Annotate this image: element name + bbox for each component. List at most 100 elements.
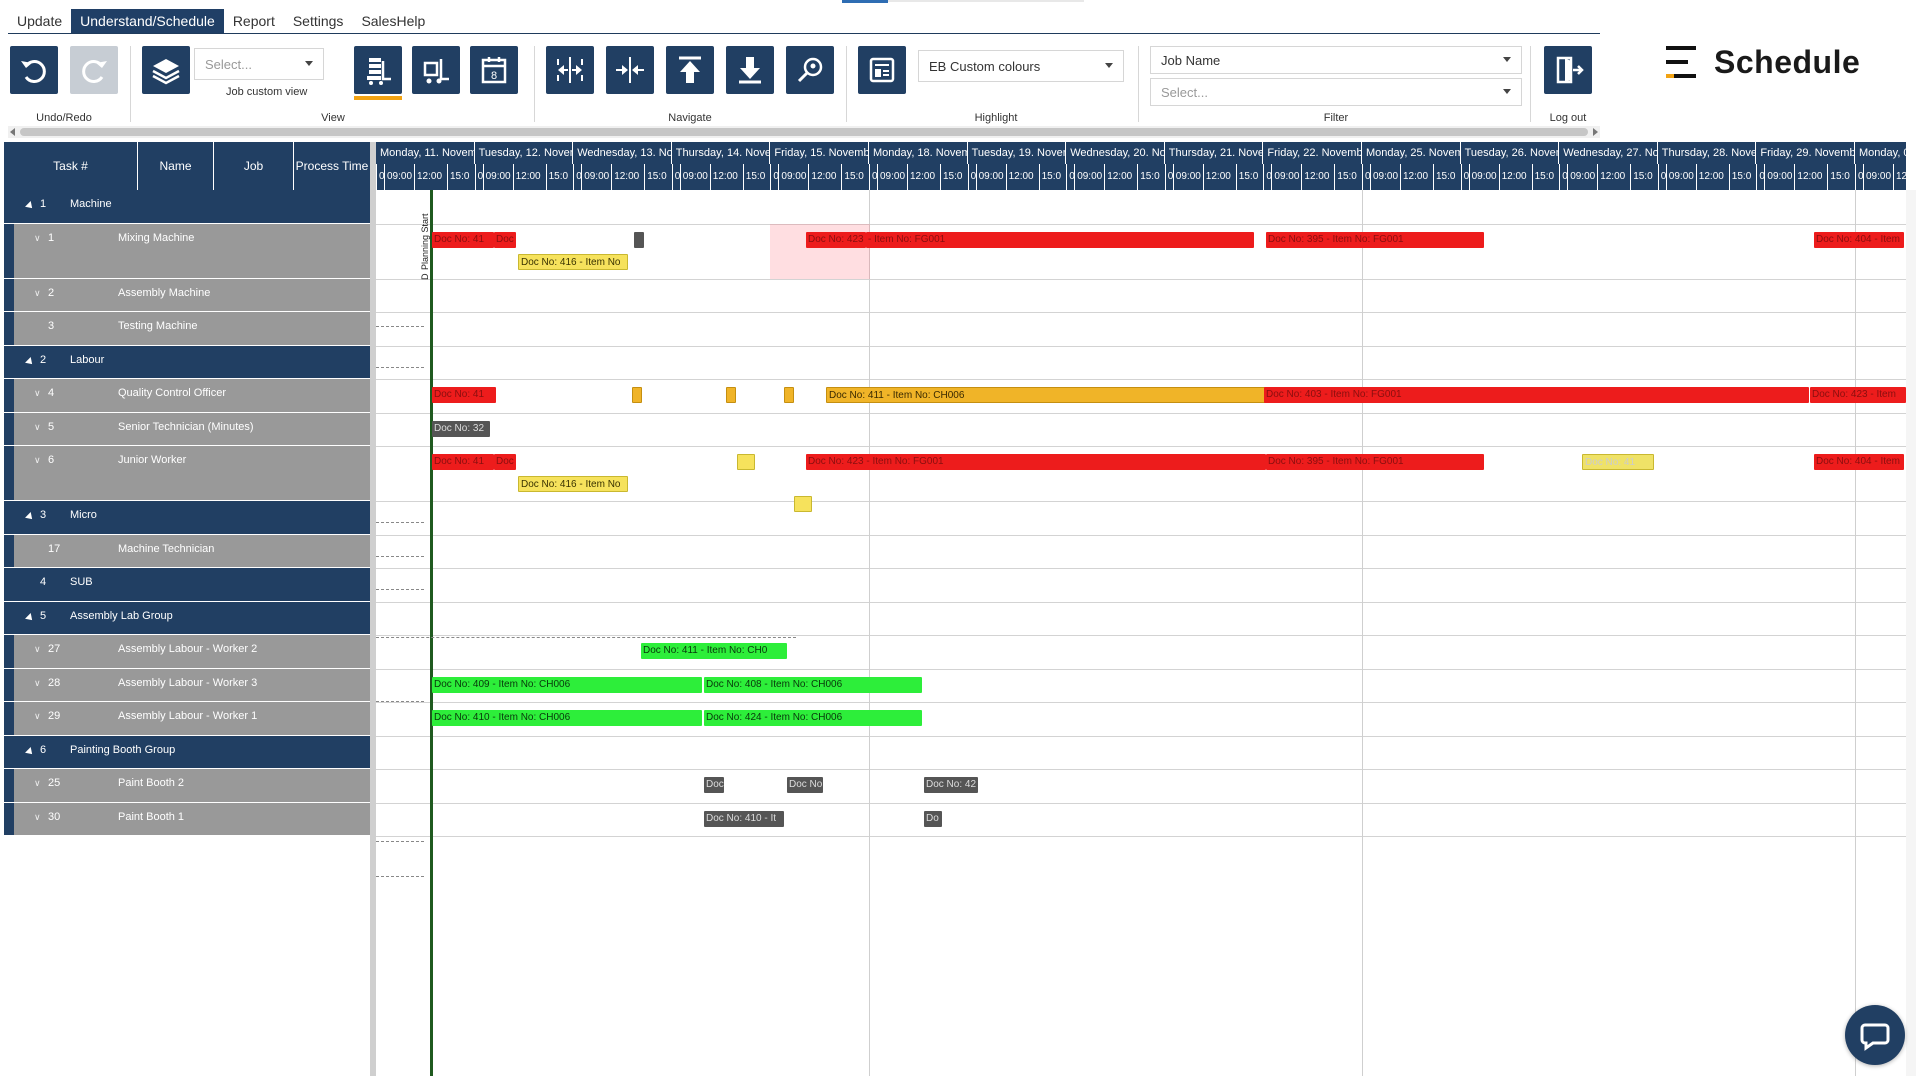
resource-group-row[interactable]: 3 Micro: [4, 501, 370, 535]
header-task-number[interactable]: Task #: [4, 142, 138, 190]
task-marker[interactable]: [632, 387, 642, 403]
chevron-down-icon[interactable]: ∨: [34, 812, 41, 823]
scroll-left-icon[interactable]: [10, 128, 15, 136]
task-bar[interactable]: Doc No: 424 - Item No: CH006: [704, 710, 922, 726]
task-bar[interactable]: Do: [924, 810, 942, 827]
menu-report[interactable]: Report: [224, 9, 284, 33]
chat-button[interactable]: [1845, 1005, 1905, 1065]
vertical-scrollbar[interactable]: [1906, 190, 1916, 1076]
task-bar[interactable]: Doc No: 42: [924, 777, 978, 793]
task-bar[interactable]: Doc: [494, 454, 516, 470]
task-bar[interactable]: Doc No: 403 - Item No: FG001: [1264, 387, 1809, 403]
resource-row[interactable]: 3 Testing Machine: [4, 312, 370, 346]
task-bar[interactable]: Doc No: 404 - Item: [1814, 454, 1904, 470]
chevron-down-icon[interactable]: ∨: [34, 233, 41, 244]
task-bar[interactable]: Doc No: 423 - Item: [1810, 387, 1906, 403]
task-bar[interactable]: Doc: [704, 777, 724, 793]
task-bar[interactable]: Doc No: 41: [1582, 454, 1654, 470]
collapse-button[interactable]: [606, 46, 654, 94]
task-bar[interactable]: Doc No: 395 - Item No: FG001: [1266, 454, 1484, 470]
resource-group-row[interactable]: 4 SUB: [4, 568, 370, 602]
layers-button[interactable]: [142, 46, 190, 94]
resource-row[interactable]: ∨ 6 Junior Worker: [4, 446, 370, 501]
chevron-down-icon[interactable]: ∨: [34, 778, 41, 789]
expand-triangle-icon[interactable]: [25, 201, 35, 211]
chevron-down-icon[interactable]: ∨: [34, 678, 41, 689]
task-bar[interactable]: Doc No: 411 - Item No: CH006: [826, 387, 1266, 403]
find-button[interactable]: [786, 46, 834, 94]
scrollbar-thumb[interactable]: [20, 128, 1588, 136]
highlight-select[interactable]: EB Custom colours: [918, 50, 1124, 82]
chevron-down-icon[interactable]: ∨: [34, 711, 41, 722]
filter-value-select[interactable]: Select...: [1150, 78, 1522, 106]
resource-row[interactable]: ∨ 28 Assembly Labour - Worker 3: [4, 668, 370, 702]
redo-button[interactable]: [70, 46, 118, 94]
chevron-down-icon[interactable]: ∨: [34, 288, 41, 299]
task-bar[interactable]: Doc No: 423 - Item No: FG001: [806, 454, 1266, 470]
header-process-time[interactable]: Process Time: [294, 142, 370, 190]
task-bar[interactable]: Doc No: 404 - Item: [1814, 231, 1904, 248]
task-bar[interactable]: Doc No: 395 - Item No: FG001: [1266, 231, 1484, 248]
resource-group-row[interactable]: 1 Machine: [4, 190, 370, 224]
highlight-button[interactable]: [858, 46, 906, 94]
resource-row[interactable]: ∨ 25 Paint Booth 2: [4, 769, 370, 803]
resource-group-row[interactable]: 5 Assembly Lab Group: [4, 601, 370, 635]
chevron-down-icon[interactable]: ∨: [34, 388, 41, 399]
calendar-button[interactable]: 8: [470, 46, 518, 94]
resource-row[interactable]: ∨ 2 Assembly Machine: [4, 278, 370, 312]
filter-field-select[interactable]: Job Name: [1150, 46, 1522, 74]
task-marker[interactable]: [634, 231, 644, 248]
task-bar[interactable]: Doc No: 423: [806, 231, 866, 248]
horizontal-scrollbar[interactable]: [8, 126, 1600, 138]
task-bar[interactable]: Doc No: 41: [432, 387, 496, 403]
expand-triangle-icon[interactable]: [25, 612, 35, 623]
job-view-button[interactable]: [354, 46, 402, 94]
resource-row[interactable]: ∨ 5 Senior Technician (Minutes): [4, 412, 370, 446]
menu-settings[interactable]: Settings: [284, 9, 353, 33]
chevron-down-icon[interactable]: ∨: [34, 455, 41, 466]
move-bottom-button[interactable]: [726, 46, 774, 94]
resource-row[interactable]: ∨ 30 Paint Booth 1: [4, 802, 370, 836]
move-top-button[interactable]: [666, 46, 714, 94]
undo-button[interactable]: [10, 46, 58, 94]
expand-button[interactable]: [546, 46, 594, 94]
task-bar[interactable]: Doc No: 416 - Item No: [518, 253, 628, 270]
task-bar[interactable]: Doc No: 41: [432, 454, 494, 470]
task-bar[interactable]: Doc No: 411 - Item No: CH0: [641, 643, 787, 659]
resource-row[interactable]: ∨ 1 Mixing Machine: [4, 223, 370, 279]
task-bar[interactable]: Doc No: 408 - Item No: CH006: [704, 676, 922, 693]
expand-triangle-icon[interactable]: [25, 356, 35, 367]
chevron-down-icon[interactable]: ∨: [34, 644, 41, 655]
expand-triangle-icon[interactable]: [25, 746, 35, 757]
menu-saleshelp[interactable]: SalesHelp: [352, 9, 434, 33]
view-select[interactable]: Select...: [194, 48, 324, 80]
task-bar[interactable]: Doc No: 416 - Item No: [518, 476, 628, 492]
header-name[interactable]: Name: [138, 142, 214, 190]
task-bar[interactable]: Doc No: 32: [432, 420, 490, 437]
resource-row[interactable]: 17 Machine Technician: [4, 534, 370, 568]
task-bar[interactable]: - Item No: FG001: [866, 231, 1254, 248]
resource-row[interactable]: ∨ 27 Assembly Labour - Worker 2: [4, 635, 370, 669]
header-job[interactable]: Job: [214, 142, 294, 190]
task-bar[interactable]: Doc: [494, 231, 516, 248]
task-bar[interactable]: Doc No: 41: [432, 231, 494, 248]
task-bar[interactable]: Doc No: [787, 777, 823, 793]
resource-row[interactable]: ∨ 29 Assembly Labour - Worker 1: [4, 702, 370, 736]
task-bar[interactable]: Doc No: 409 - Item No: CH006: [432, 676, 702, 693]
resource-group-row[interactable]: 6 Painting Booth Group: [4, 735, 370, 769]
logout-button[interactable]: [1544, 46, 1592, 94]
chevron-down-icon[interactable]: ∨: [34, 422, 41, 433]
menu-understand-schedule[interactable]: Understand/Schedule: [71, 9, 224, 33]
resource-view-button[interactable]: [412, 46, 460, 94]
task-marker[interactable]: [784, 387, 794, 403]
task-bar[interactable]: Doc No: 410 - Item No: CH006: [432, 710, 702, 726]
task-marker[interactable]: [737, 454, 755, 470]
resource-row[interactable]: ∨ 4 Quality Control Officer: [4, 379, 370, 413]
task-bar[interactable]: Doc No: 410 - It: [704, 810, 784, 827]
task-marker[interactable]: [726, 387, 736, 403]
task-marker[interactable]: [794, 496, 812, 512]
menu-update[interactable]: Update: [8, 9, 71, 33]
expand-triangle-icon[interactable]: [25, 512, 35, 522]
resource-group-row[interactable]: 2 Labour: [4, 345, 370, 379]
scroll-right-icon[interactable]: [1593, 128, 1598, 136]
